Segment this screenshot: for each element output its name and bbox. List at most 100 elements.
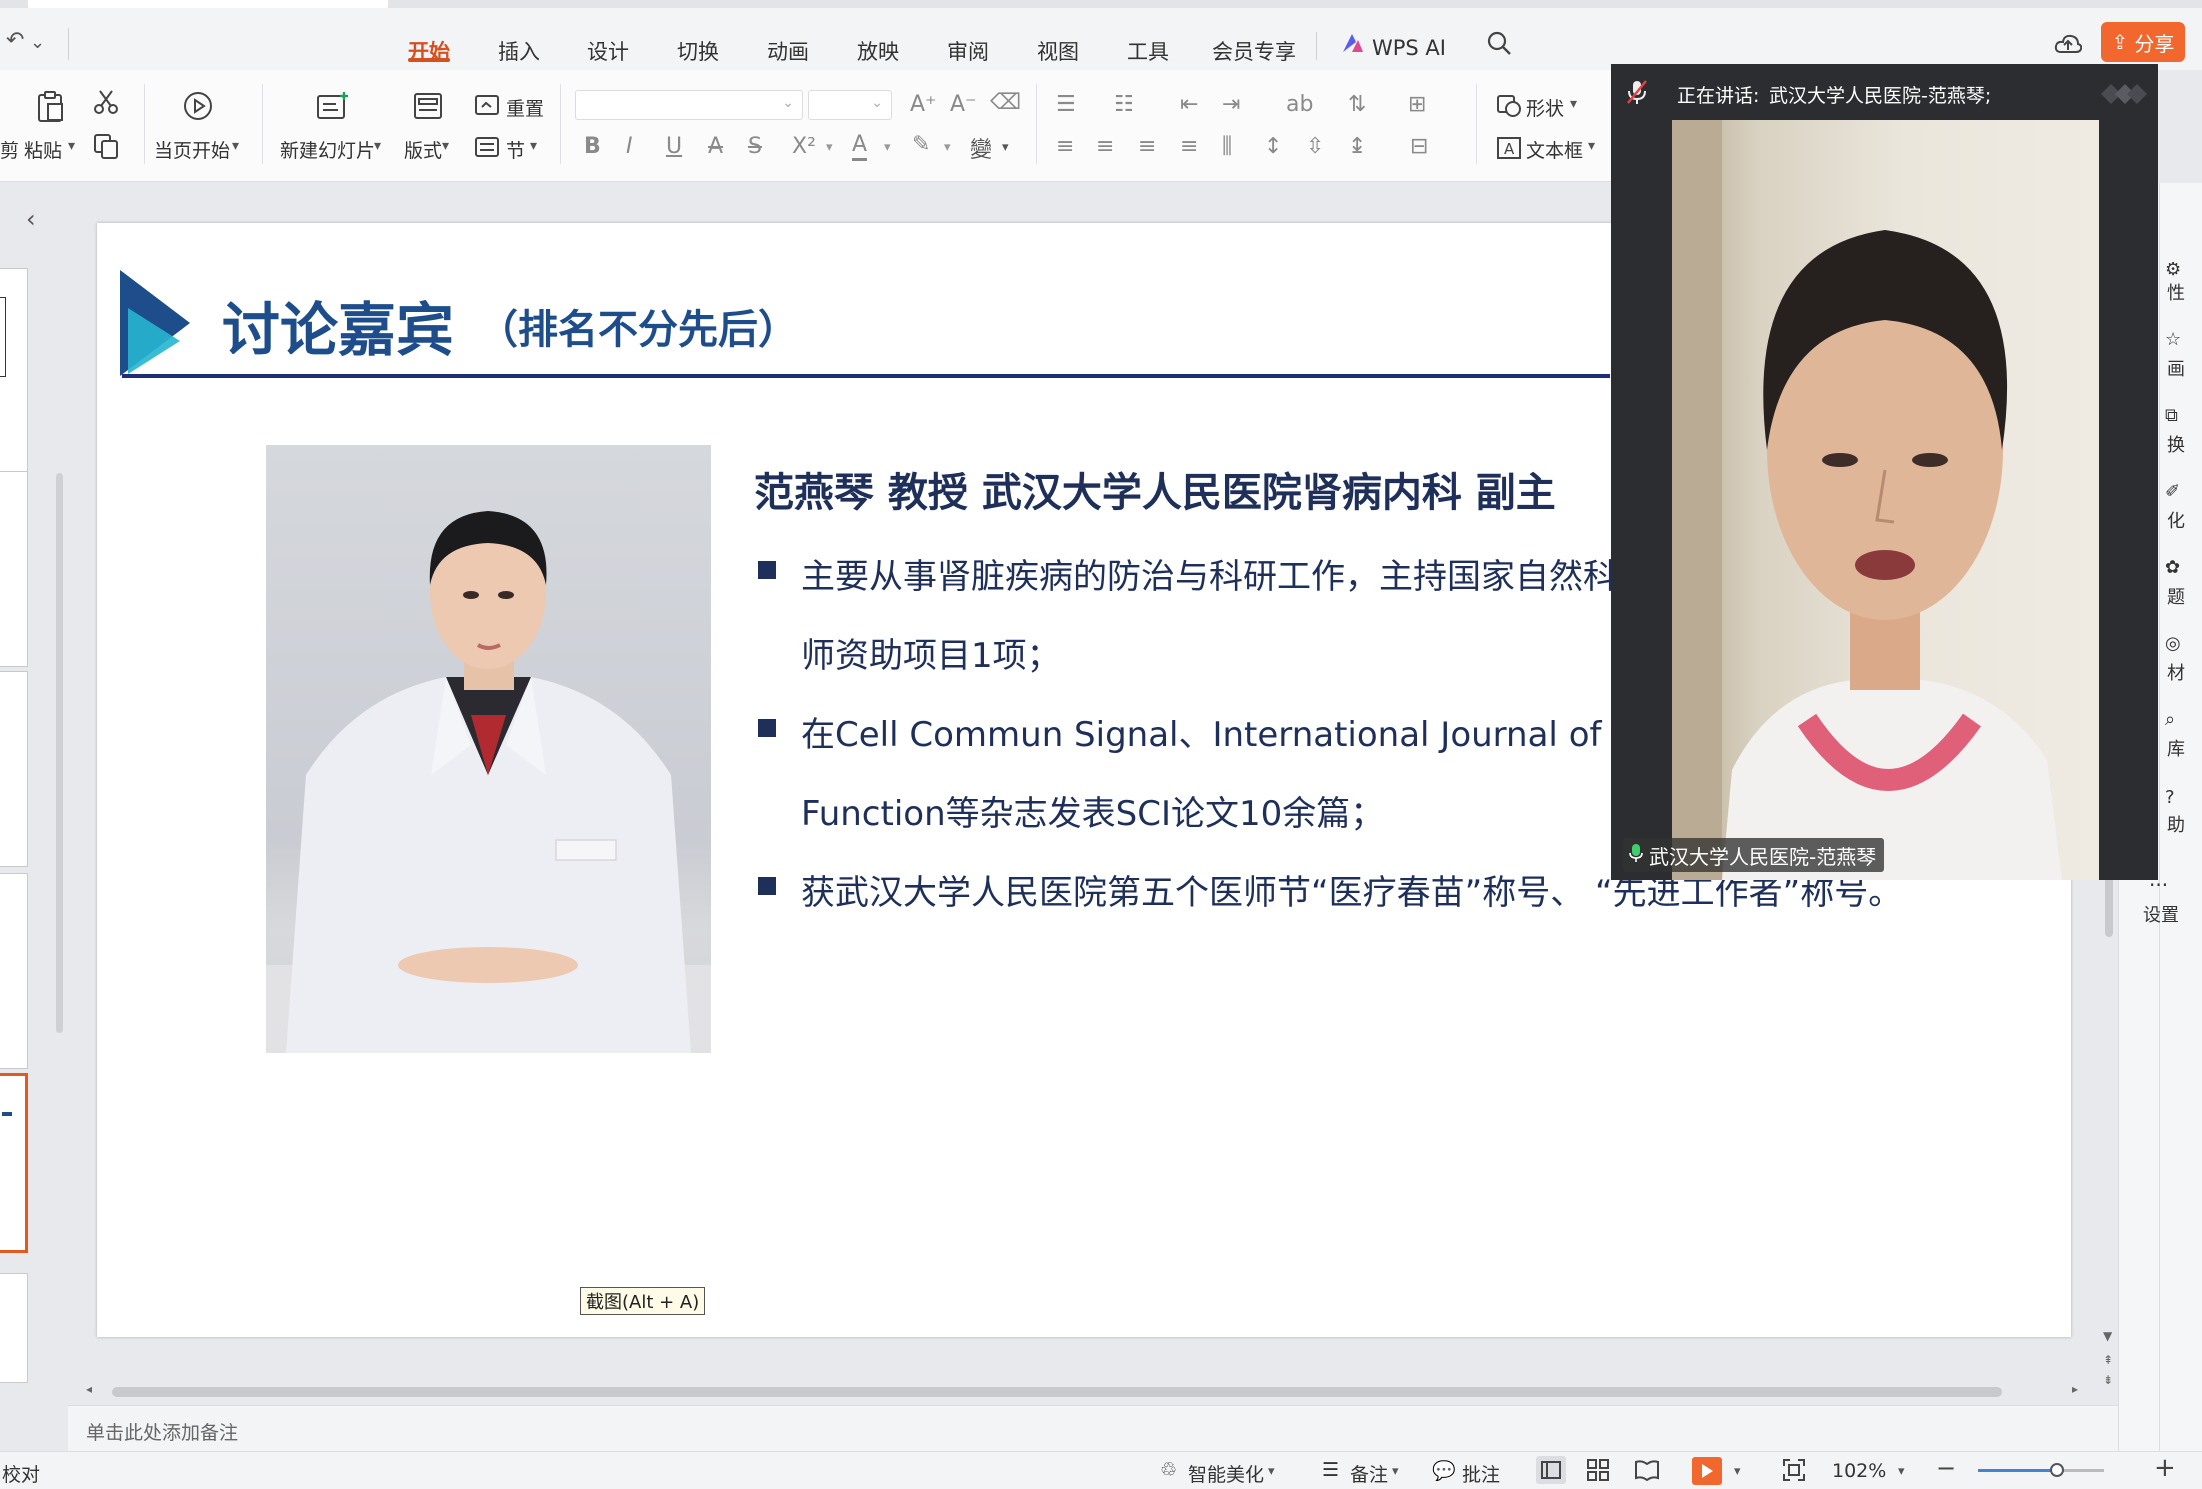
- slide-thumbnail-selected[interactable]: [0, 1073, 28, 1253]
- text-align-icon[interactable]: ⊟: [1410, 134, 1428, 159]
- smart-beautify-button[interactable]: 智能美化: [1188, 1460, 1264, 1487]
- theme-icon[interactable]: ✿: [2165, 557, 2180, 578]
- slideshow-play-icon[interactable]: [1692, 1457, 1722, 1485]
- chevron-down-icon[interactable]: ▾: [1588, 138, 1595, 154]
- undo-icon[interactable]: ↶: [6, 28, 24, 53]
- highlight-icon[interactable]: ✎: [912, 132, 930, 157]
- scroll-thumb[interactable]: [112, 1387, 2002, 1397]
- wps-ai-icon[interactable]: [1340, 30, 1366, 60]
- slide-thumbnail[interactable]: [0, 671, 28, 867]
- spacing-icon[interactable]: ↨: [1348, 134, 1366, 159]
- increase-indent-icon[interactable]: ⇥: [1222, 92, 1240, 117]
- superscript-icon[interactable]: X²: [792, 134, 816, 159]
- convert-smartart-icon[interactable]: ⊞: [1408, 92, 1426, 117]
- font-color-icon[interactable]: A: [852, 132, 868, 161]
- tab-membership[interactable]: 会员专享: [1212, 36, 1296, 66]
- grow-font-icon[interactable]: A⁺: [910, 92, 937, 117]
- chevron-down-icon[interactable]: ▾: [68, 138, 75, 154]
- bullets-icon[interactable]: ☰: [1056, 92, 1076, 117]
- shape-icon[interactable]: [1496, 94, 1522, 122]
- share-button[interactable]: ⇪ 分享: [2101, 22, 2185, 62]
- panel-item-material[interactable]: 材: [2167, 659, 2185, 685]
- chevron-down-icon[interactable]: ▾: [884, 140, 891, 155]
- numbering-icon[interactable]: ☷: [1114, 92, 1134, 117]
- font-size-select[interactable]: ⌄: [808, 90, 892, 120]
- slide-thumbnail[interactable]: [0, 471, 28, 667]
- chevron-down-icon[interactable]: ▾: [442, 138, 449, 154]
- panel-item-switch[interactable]: 换: [2167, 431, 2185, 457]
- tab-transition[interactable]: 切换: [677, 36, 719, 66]
- beautify-icon[interactable]: ♲: [1160, 1459, 1177, 1481]
- chevron-down-icon[interactable]: ▾: [944, 140, 951, 155]
- shape-button[interactable]: 形状: [1526, 94, 1564, 121]
- char-spacing-icon[interactable]: ab: [1286, 92, 1313, 117]
- comment-button[interactable]: 批注: [1462, 1460, 1500, 1487]
- scroll-right-icon[interactable]: ▸: [2072, 1382, 2078, 1396]
- underline-icon[interactable]: U: [666, 134, 682, 159]
- zoom-slider-handle[interactable]: [2050, 1463, 2064, 1477]
- zoom-slider[interactable]: [1978, 1463, 2104, 1477]
- new-slide-button[interactable]: 新建幻灯片: [280, 136, 375, 163]
- tab-wps-ai[interactable]: WPS AI: [1372, 36, 1446, 60]
- phonetic-icon[interactable]: 變: [970, 132, 992, 164]
- paste-icon[interactable]: [36, 90, 66, 128]
- new-slide-icon[interactable]: [316, 90, 350, 126]
- chevron-down-icon[interactable]: ▾: [232, 138, 239, 154]
- play-icon[interactable]: [182, 90, 214, 126]
- align-left-icon[interactable]: ≡: [1056, 134, 1074, 159]
- panel-item-help[interactable]: 助: [2167, 811, 2185, 837]
- search-icon[interactable]: [1486, 30, 1512, 60]
- collapse-chevron-icon[interactable]: ‹: [26, 205, 36, 233]
- grid-view-icon[interactable]: [1586, 1458, 1610, 1486]
- tab-tools[interactable]: 工具: [1127, 36, 1169, 66]
- text-direction-icon[interactable]: ⇅: [1348, 92, 1366, 117]
- normal-view-icon[interactable]: [1536, 1456, 1566, 1484]
- zoom-in-icon[interactable]: +: [2154, 1453, 2176, 1483]
- horizontal-scrollbar[interactable]: ◂ ▸: [84, 1380, 2084, 1404]
- tab-design[interactable]: 设计: [587, 36, 629, 66]
- chevron-down-icon[interactable]: ▾: [1268, 1464, 1275, 1479]
- chevron-down-icon[interactable]: ▾: [1898, 1464, 1905, 1479]
- slide-thumbnail[interactable]: [0, 873, 28, 1069]
- panel-item-properties[interactable]: 性: [2167, 279, 2185, 305]
- decrease-indent-icon[interactable]: ⇤: [1180, 92, 1198, 117]
- notes-button[interactable]: 备注: [1350, 1460, 1388, 1487]
- tab-view[interactable]: 视图: [1037, 36, 1079, 66]
- textbox-button[interactable]: 文本框: [1526, 136, 1583, 163]
- align-right-icon[interactable]: ≡: [1138, 134, 1156, 159]
- notes-icon[interactable]: ☰: [1322, 1459, 1339, 1481]
- scroll-down-icon[interactable]: ▼: [2103, 1329, 2112, 1343]
- panel-item-library[interactable]: 库: [2167, 735, 2185, 761]
- cloud-upload-icon[interactable]: [2054, 32, 2083, 60]
- tab-slideshow[interactable]: 放映: [857, 36, 899, 66]
- fit-window-icon[interactable]: [1782, 1458, 1806, 1486]
- next-slide-icon[interactable]: ⇟: [2103, 1373, 2113, 1387]
- paste-button[interactable]: 粘贴: [24, 136, 62, 163]
- comment-icon[interactable]: 💬: [1432, 1459, 1456, 1482]
- chevron-down-icon[interactable]: ▾: [826, 140, 833, 155]
- material-icon[interactable]: ◎: [2165, 633, 2181, 654]
- reset-button[interactable]: 重置: [506, 94, 544, 121]
- section-button[interactable]: 节: [506, 136, 525, 163]
- scissors-icon[interactable]: [92, 88, 120, 120]
- justify-icon[interactable]: ≡: [1180, 134, 1198, 159]
- textbox-icon[interactable]: A: [1496, 136, 1522, 164]
- mic-muted-icon[interactable]: [1625, 78, 1649, 110]
- tab-animation[interactable]: 动画: [767, 36, 809, 66]
- scroll-left-icon[interactable]: ◂: [86, 1382, 92, 1396]
- para-spacing-icon[interactable]: ⇳: [1306, 134, 1324, 159]
- zoom-level[interactable]: 102%: [1832, 1460, 1886, 1482]
- italic-icon[interactable]: I: [626, 134, 633, 159]
- copy-icon[interactable]: [92, 132, 120, 164]
- chevron-down-icon[interactable]: ▾: [1570, 96, 1577, 112]
- line-spacing-icon[interactable]: ↕: [1264, 134, 1282, 159]
- bold-icon[interactable]: B: [584, 134, 601, 159]
- properties-icon[interactable]: ⚙: [2165, 259, 2181, 280]
- panel-item-beautify[interactable]: 化: [2167, 507, 2185, 533]
- shrink-font-icon[interactable]: A⁻: [950, 92, 977, 117]
- distribute-icon[interactable]: ⫼: [1222, 134, 1232, 159]
- cut-label[interactable]: 剪: [0, 136, 19, 163]
- proofread-button[interactable]: 校对: [2, 1460, 40, 1487]
- panel-item-animation[interactable]: 画: [2167, 355, 2185, 381]
- section-icon[interactable]: [474, 136, 500, 162]
